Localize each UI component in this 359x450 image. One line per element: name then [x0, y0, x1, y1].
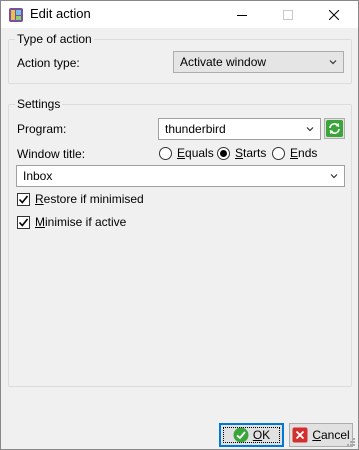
window-title-label: Window title: — [17, 147, 86, 161]
radio-ends-label: Ends — [290, 146, 318, 160]
resize-grip-icon[interactable] — [346, 437, 356, 447]
window-title-combo[interactable]: Inbox — [16, 165, 345, 187]
cancel-label: Cancel — [312, 428, 350, 442]
minimise-if-active-label: Minimise if active — [35, 215, 127, 229]
ok-button[interactable]: OK — [219, 423, 284, 447]
radio-circle[interactable] — [272, 146, 285, 160]
chevron-down-icon — [329, 60, 337, 65]
chevron-down-icon[interactable] — [330, 172, 338, 180]
maximize-button — [265, 1, 311, 29]
checkbox-box[interactable] — [17, 192, 30, 206]
restore-if-minimised-label: Restore if minimised — [35, 192, 144, 206]
radio-circle[interactable] — [159, 146, 172, 160]
radio-equals[interactable]: Equals — [159, 146, 214, 160]
action-type-select[interactable]: Activate window — [173, 51, 344, 73]
minimise-if-active-checkbox[interactable]: Minimise if active — [17, 215, 126, 229]
restore-if-minimised-checkbox[interactable]: Restore if minimised — [17, 192, 144, 206]
radio-circle-selected[interactable] — [217, 146, 230, 160]
settings-legend: Settings — [15, 97, 63, 111]
radio-starts-label: Starts — [235, 146, 267, 160]
chevron-down-icon[interactable] — [306, 125, 314, 133]
window-title-value[interactable]: Inbox — [23, 169, 52, 183]
minimize-icon — [237, 15, 247, 16]
radio-equals-label: Equals — [177, 146, 214, 160]
refresh-icon — [326, 120, 343, 137]
program-combo[interactable]: thunderbird — [158, 118, 321, 140]
checkmark-icon — [18, 218, 29, 227]
cancel-button[interactable]: Cancel — [289, 423, 353, 447]
action-type-label: Action type: — [17, 56, 80, 70]
cancel-x-icon — [292, 427, 308, 443]
window-title: Edit action — [30, 6, 91, 21]
type-of-action-legend: Type of action — [15, 32, 94, 46]
close-icon — [329, 10, 339, 20]
radio-ends[interactable]: Ends — [272, 146, 317, 160]
action-type-value: Activate window — [180, 55, 267, 69]
checkbox-box[interactable] — [17, 215, 30, 229]
refresh-program-button[interactable] — [324, 118, 345, 139]
title-bar[interactable]: Edit action — [1, 1, 358, 29]
program-label: Program: — [17, 122, 67, 136]
radio-starts[interactable]: Starts — [217, 146, 266, 160]
maximize-icon — [283, 10, 293, 20]
app-icon — [9, 8, 23, 22]
checkmark-icon — [18, 195, 29, 204]
minimize-button[interactable] — [219, 1, 265, 29]
close-button[interactable] — [311, 1, 357, 29]
edit-action-dialog: Edit action Type of action Action type: … — [0, 0, 359, 450]
program-value[interactable]: thunderbird — [165, 122, 226, 136]
